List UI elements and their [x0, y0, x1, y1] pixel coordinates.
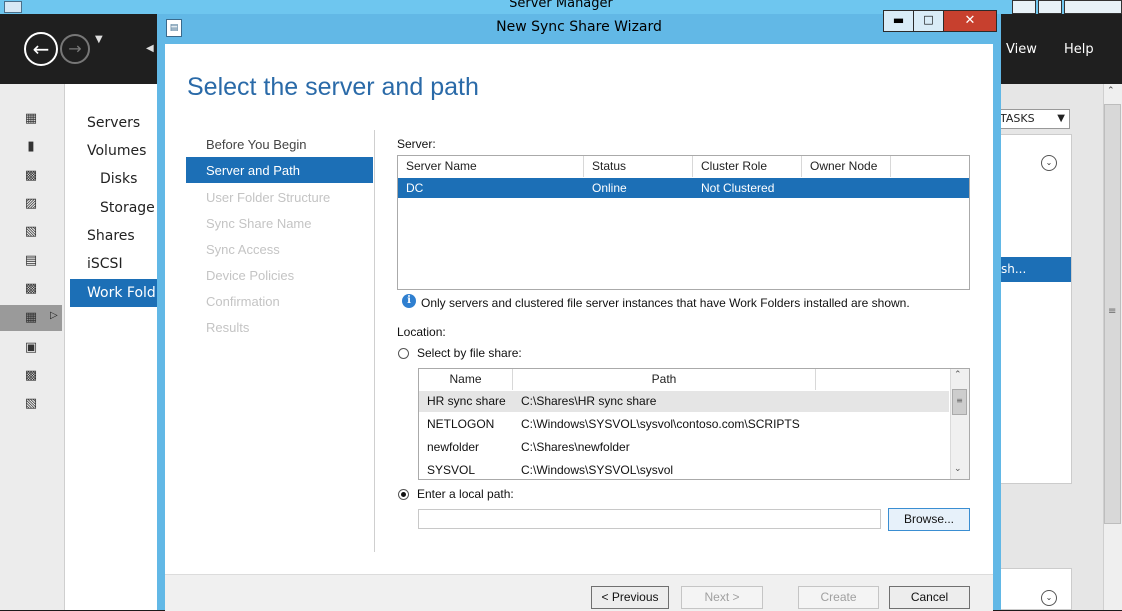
expand-arrow-icon[interactable]: ▷ [50, 310, 58, 321]
wizard-close-button[interactable]: ✕ [943, 10, 997, 32]
share-list-scrollbar[interactable] [950, 369, 969, 479]
iis-icon[interactable]: ▣ [24, 341, 38, 355]
col-header-owner-node[interactable]: Owner Node [802, 156, 891, 177]
forward-arrow-icon[interactable]: → [60, 34, 90, 64]
wizard-minimize-button[interactable]: ▬ [883, 10, 914, 32]
step-confirmation: Confirmation [206, 294, 280, 309]
server-cluster-role-cell: Not Clustered [701, 181, 775, 195]
selected-sync-share-row[interactable]: sh... [995, 257, 1071, 282]
all-servers-icon[interactable]: ▩ [24, 169, 38, 183]
ad-users-icon[interactable]: ▨ [24, 197, 38, 211]
page-title: Select the server and path [187, 73, 479, 101]
col-header-status[interactable]: Status [584, 156, 693, 177]
server-manager-nav [65, 84, 160, 610]
server-status-cell: Online [592, 181, 627, 195]
collapse-panel-icon[interactable]: ⌄ [1041, 155, 1057, 171]
step-results: Results [206, 320, 250, 335]
step-device-policies: Device Policies [206, 268, 295, 283]
dns-icon[interactable]: ▤ [24, 254, 38, 268]
breadcrumb-left-arrow-icon: ◀ [146, 43, 154, 54]
nav-item-disks[interactable]: Disks [100, 171, 137, 187]
col-header-cluster-role[interactable]: Cluster Role [693, 156, 802, 177]
remote-access-icon[interactable]: ▩ [24, 369, 38, 383]
sm-minimize-button[interactable] [1012, 0, 1036, 14]
steps-divider [374, 130, 375, 552]
work-folders-panel [995, 134, 1072, 484]
nav-item-storage[interactable]: Storage [100, 200, 155, 216]
radio-label-local-path[interactable]: Enter a local path: [417, 487, 514, 501]
radio-enter-local-path[interactable] [398, 489, 409, 500]
local-path-input[interactable] [418, 509, 881, 529]
share-name-cell[interactable]: HR sync share [427, 391, 506, 412]
create-button: Create [798, 586, 879, 609]
col-header-server-name[interactable]: Server Name [398, 156, 584, 177]
server-name-cell: DC [406, 181, 424, 195]
previous-button[interactable]: < Previous [591, 586, 669, 609]
chevron-down-icon: ▼ [1057, 113, 1065, 124]
radio-selected-dot [401, 492, 406, 497]
col-header-path[interactable]: Path [513, 369, 816, 390]
local-server-icon[interactable]: ▮ [24, 140, 38, 154]
step-user-folder-structure: User Folder Structure [206, 190, 331, 205]
nav-item-servers[interactable]: Servers [87, 115, 140, 131]
next-button: Next > [681, 586, 763, 609]
sm-maximize-button[interactable] [1038, 0, 1062, 14]
dhcp-icon[interactable]: ▧ [24, 225, 38, 239]
file-storage-icon[interactable]: ▦ [24, 311, 38, 325]
share-path-cell[interactable]: C:\Shares\newfolder [521, 437, 630, 458]
share-name-cell[interactable]: NETLOGON [427, 414, 494, 435]
share-list-scroll-thumb[interactable]: ≡ [952, 389, 967, 415]
collapse-lower-panel-icon[interactable]: ⌄ [1041, 590, 1057, 606]
step-before-you-begin[interactable]: Before You Begin [206, 137, 306, 152]
rds-icon[interactable]: ▧ [24, 397, 38, 411]
step-sync-share-name: Sync Share Name [206, 216, 312, 231]
cancel-button[interactable]: Cancel [889, 586, 970, 609]
scroll-up-arrow-icon[interactable]: ⌃ [1107, 86, 1115, 96]
wizard-maximize-button[interactable]: □ [913, 10, 944, 32]
step-server-and-path[interactable]: Server and Path [206, 163, 300, 178]
sm-close-button[interactable] [1064, 0, 1122, 14]
tasks-label: TASKS [1000, 112, 1035, 125]
nav-item-work-folders[interactable]: Work Fold [87, 285, 156, 301]
share-path-cell[interactable]: C:\Windows\SYSVOL\sysvol [521, 460, 673, 481]
share-path-cell[interactable]: C:\Shares\HR sync share [521, 391, 656, 412]
server-row-dc[interactable] [398, 178, 969, 198]
printer-icon[interactable]: ▩ [24, 282, 38, 296]
menu-view[interactable]: View [1006, 42, 1037, 57]
nav-item-iscsi[interactable]: iSCSI [87, 256, 123, 272]
radio-label-file-share[interactable]: Select by file share: [417, 346, 522, 360]
back-arrow-icon[interactable]: ← [24, 32, 58, 66]
info-icon: i [402, 294, 416, 308]
dashboard-icon[interactable]: ▦ [24, 112, 38, 126]
location-label: Location: [397, 325, 446, 339]
info-text: Only servers and clustered file server i… [421, 296, 910, 310]
lower-panel [995, 568, 1072, 610]
scroll-down-arrow-icon[interactable]: ⌄ [954, 464, 962, 474]
scroll-grip-icon: ≡ [1108, 306, 1117, 317]
share-name-cell[interactable]: newfolder [427, 437, 479, 458]
wizard-title: New Sync Share Wizard [496, 19, 662, 35]
nav-item-shares[interactable]: Shares [87, 228, 135, 244]
server-label: Server: [397, 137, 436, 151]
tasks-dropdown[interactable]: TASKS ▼ [995, 109, 1070, 129]
browse-button[interactable]: Browse... [888, 508, 970, 531]
nav-history-dropdown-icon[interactable]: ▼ [95, 34, 103, 45]
scroll-up-arrow-icon[interactable]: ⌃ [954, 370, 962, 380]
nav-item-volumes[interactable]: Volumes [87, 143, 146, 159]
menu-help[interactable]: Help [1064, 42, 1094, 57]
radio-select-by-file-share[interactable] [398, 348, 409, 359]
share-path-cell[interactable]: C:\Windows\SYSVOL\sysvol\contoso.com\SCR… [521, 414, 800, 435]
col-header-name[interactable]: Name [419, 369, 513, 390]
step-sync-access: Sync Access [206, 242, 280, 257]
share-name-cell[interactable]: SYSVOL [427, 460, 475, 481]
